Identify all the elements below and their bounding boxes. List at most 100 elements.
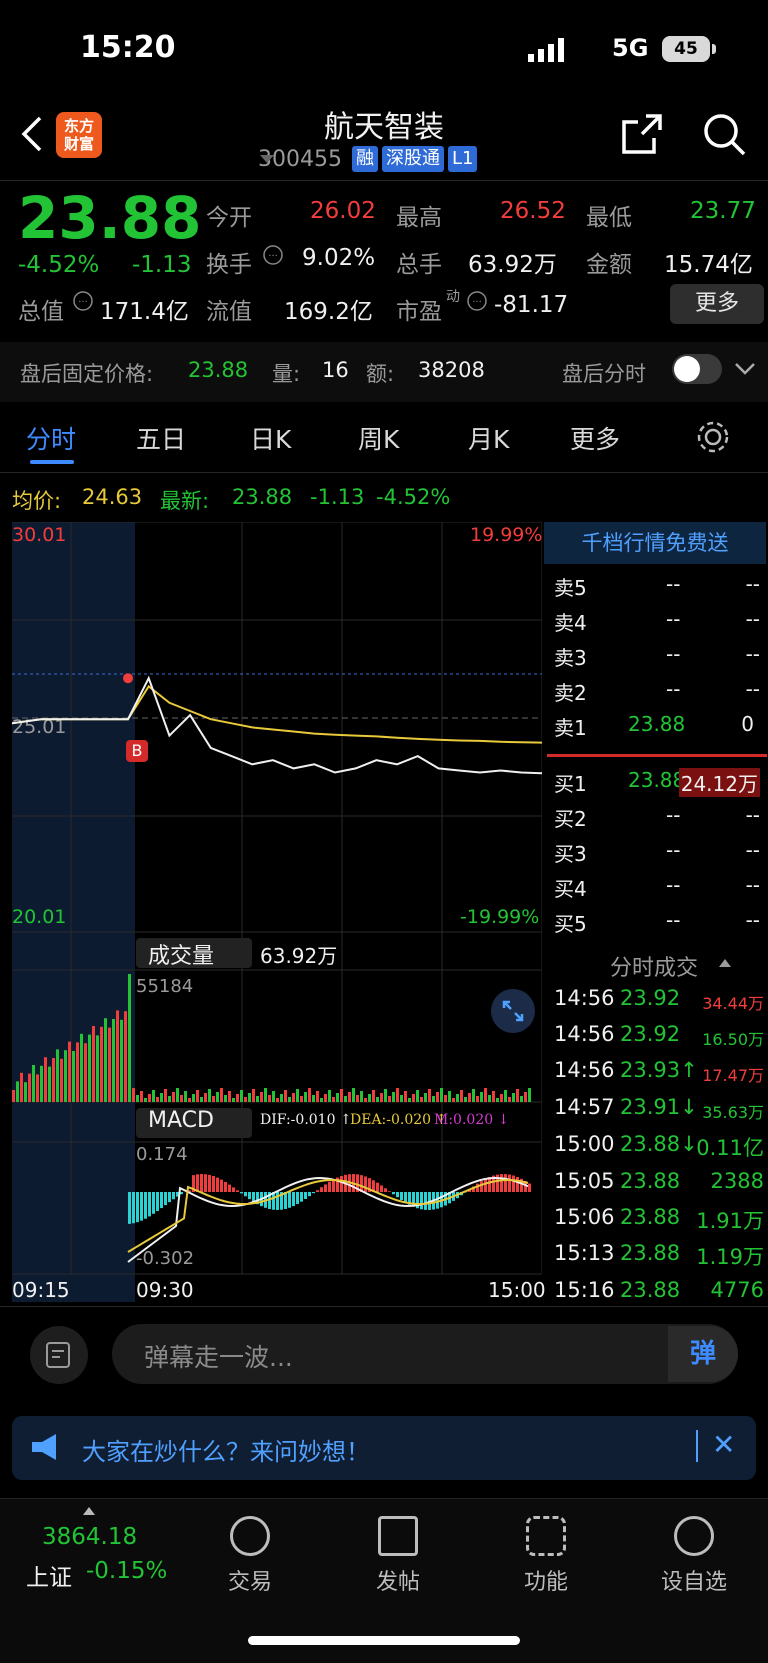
tag-connect: 深股通 — [381, 146, 444, 172]
macd-bar — [516, 1176, 519, 1192]
ah-vol-label: 量: — [272, 362, 301, 386]
volume-title: 成交量 — [148, 944, 215, 969]
volume-bar — [292, 1093, 295, 1102]
bid-row-1: 买1 23.88 24.12万 — [554, 768, 760, 797]
pe-label: 市盈 — [396, 299, 442, 325]
volume-bar — [180, 1095, 183, 1102]
volume-bar — [456, 1094, 459, 1102]
macd-bar — [288, 1192, 291, 1208]
volume-bar — [280, 1094, 283, 1102]
order-book-promo[interactable]: 千档行情免费送 — [544, 522, 766, 564]
volume-bar — [232, 1098, 235, 1102]
volume-bar — [516, 1089, 519, 1102]
tab-weekly-k[interactable]: 周K — [358, 420, 399, 456]
expand-icon[interactable] — [490, 988, 536, 1034]
volume-bar — [396, 1088, 399, 1102]
nav-post[interactable]: 发帖 — [338, 1516, 458, 1596]
macd-bar — [236, 1190, 239, 1192]
volume-bar — [40, 1065, 43, 1102]
volume-bar — [300, 1096, 303, 1102]
macd-bar — [196, 1174, 199, 1192]
trade-icon — [230, 1516, 270, 1556]
danmu-button[interactable]: 弹 — [668, 1326, 738, 1382]
macd-bar — [144, 1192, 147, 1219]
volume-bar — [172, 1092, 175, 1102]
index-change[interactable]: -0.15% — [86, 1558, 167, 1584]
tab-intraday[interactable]: 分时 — [26, 420, 76, 456]
bid-row-4: 买4 -- -- — [554, 873, 760, 901]
volume-bar — [468, 1093, 471, 1102]
tab-five-day[interactable]: 五日 — [136, 420, 186, 456]
volume-bar — [132, 1088, 135, 1102]
macd-bar — [148, 1192, 151, 1217]
volume-bar — [464, 1097, 467, 1102]
nav-functions[interactable]: 功能 — [486, 1516, 606, 1596]
macd-bar — [160, 1192, 163, 1209]
share-icon[interactable] — [620, 112, 664, 156]
volume-total: 63.92万 — [260, 944, 338, 968]
svg-text:···: ··· — [268, 251, 278, 262]
volume-bar — [312, 1095, 315, 1102]
avg-label: 均价: — [12, 489, 62, 513]
ask-row-3: 卖3 -- -- — [554, 642, 760, 670]
volume-bar — [220, 1088, 223, 1102]
ah-label: 盘后固定价格: — [20, 362, 154, 386]
volume-bar — [228, 1091, 231, 1102]
nav-trade[interactable]: 交易 — [190, 1516, 310, 1596]
index-name[interactable]: 上证 — [26, 1558, 72, 1592]
tab-more[interactable]: 更多 — [570, 420, 620, 456]
nav-add-watchlist[interactable]: 设自选 — [634, 1516, 754, 1596]
tab-monthly-k[interactable]: 月K — [468, 420, 509, 456]
banner-divider — [696, 1430, 698, 1462]
macd-bar — [156, 1192, 159, 1212]
macd-bar — [324, 1184, 327, 1192]
volume-bar — [344, 1096, 347, 1102]
settings-icon[interactable] — [696, 420, 730, 454]
volume-bar — [236, 1094, 239, 1102]
tag-margin: 融 — [351, 146, 378, 172]
info-icon[interactable]: ··· — [72, 290, 94, 312]
volume-bar — [96, 1035, 99, 1102]
message-icon[interactable] — [30, 1326, 88, 1384]
volume-bar — [360, 1091, 363, 1102]
volume-bar — [432, 1096, 435, 1102]
volume-bar — [60, 1058, 63, 1102]
chevron-down-icon[interactable] — [734, 362, 756, 376]
volume-bar — [368, 1094, 371, 1102]
chevron-up-icon[interactable] — [718, 958, 732, 968]
macd-bar — [304, 1192, 307, 1200]
volume-bar — [524, 1092, 527, 1102]
macd-bar — [172, 1192, 175, 1200]
info-icon[interactable]: ··· — [466, 290, 488, 312]
macd-bar — [504, 1174, 507, 1192]
volume-bar — [48, 1066, 51, 1102]
macd-bar — [152, 1192, 155, 1214]
macd-bar — [168, 1192, 171, 1203]
bid-row-2: 买2 -- -- — [554, 803, 760, 831]
volume-bar — [20, 1072, 23, 1102]
stock-code-row[interactable]: 300455 融 深股通 L1 — [258, 146, 478, 172]
turnover-value: 9.02% — [302, 245, 376, 271]
volume-bar — [512, 1093, 515, 1102]
macd-bar — [136, 1192, 139, 1223]
volume-bar — [156, 1097, 159, 1102]
macd-bar — [424, 1192, 427, 1210]
close-icon[interactable]: ✕ — [712, 1428, 735, 1461]
more-button[interactable]: 更多 — [670, 284, 764, 324]
volume-bar — [204, 1093, 207, 1102]
search-icon[interactable] — [702, 112, 746, 156]
volume-bar — [336, 1093, 339, 1102]
volume-bar — [112, 1019, 115, 1102]
volume-bar — [136, 1095, 139, 1102]
macd-bar — [276, 1192, 279, 1210]
open-high-point — [123, 673, 133, 684]
macd-bar — [296, 1192, 299, 1205]
ticks-title[interactable]: 分时成交 — [610, 950, 698, 982]
info-icon[interactable]: ··· — [262, 244, 284, 266]
volume-bar — [68, 1041, 71, 1102]
tab-daily-k[interactable]: 日K — [250, 420, 291, 456]
toggle-knob — [674, 356, 700, 382]
open-value: 26.02 — [310, 198, 376, 224]
banner-text: 大家在炒什么？来问妙想！ — [82, 1438, 370, 1466]
index-value[interactable]: 3864.18 — [42, 1524, 137, 1550]
